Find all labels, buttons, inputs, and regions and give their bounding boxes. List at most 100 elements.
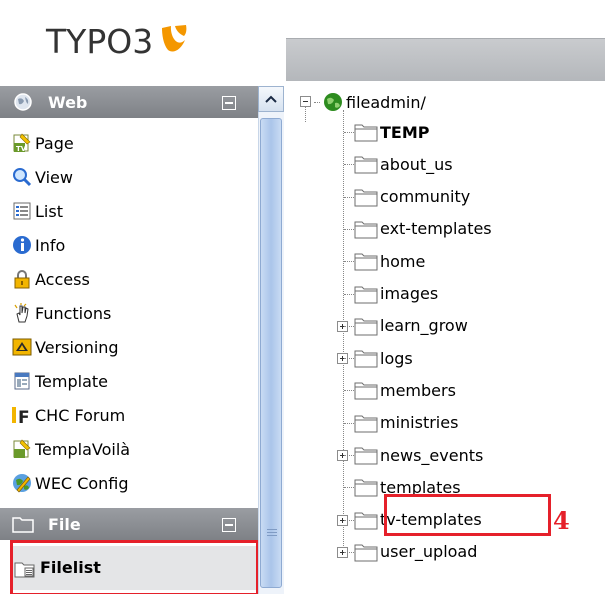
- globe-icon: [12, 91, 34, 113]
- collapse-root-icon[interactable]: [300, 96, 311, 107]
- folder-icon: [354, 510, 378, 530]
- module-label: WEC Config: [35, 473, 129, 493]
- folder-icon: [354, 348, 378, 368]
- tree-connector: [344, 132, 354, 133]
- folder-label: ext-templates: [380, 219, 492, 239]
- tree-folder-item[interactable]: ministries: [332, 407, 458, 439]
- tree-connector: [344, 487, 354, 489]
- tree-folder-item[interactable]: community: [332, 181, 470, 213]
- page-tv-icon: TV: [10, 131, 34, 155]
- list-icon: [10, 199, 34, 223]
- tree-folder-item[interactable]: images: [332, 278, 438, 310]
- scroll-grip-icon: [267, 529, 277, 539]
- folder-label: home: [380, 251, 426, 271]
- tree-folder-item[interactable]: TEMP: [332, 116, 430, 148]
- lock-icon: [10, 267, 34, 291]
- svg-text:TV: TV: [16, 145, 27, 153]
- folder-icon: [354, 445, 378, 465]
- tree-connector: [344, 164, 354, 166]
- folder-icon: [354, 380, 378, 400]
- module-label: Functions: [35, 303, 112, 323]
- info-icon: [10, 233, 34, 257]
- module-label: CHC Forum: [35, 405, 126, 425]
- module-list[interactable]: List: [10, 196, 63, 226]
- step-number-badge: 4: [553, 506, 570, 535]
- folder-label: community: [380, 187, 471, 207]
- folder-icon: [12, 513, 34, 535]
- module-label: Info: [35, 235, 66, 255]
- module-template[interactable]: Template: [10, 366, 108, 396]
- tree-folder-item[interactable]: learn_grow: [332, 310, 468, 342]
- module-menu: Web TV Page View List Info Access Functi…: [0, 86, 258, 594]
- module-chc-forum[interactable]: F CHC Forum: [10, 400, 125, 430]
- tree-connector: [344, 196, 354, 198]
- section-label-file: File: [48, 514, 81, 534]
- logo-text: TYPO3: [46, 22, 154, 61]
- module-versioning[interactable]: Versioning: [10, 332, 119, 362]
- templavoila-icon: [10, 437, 34, 461]
- folder-icon: [354, 154, 378, 174]
- tree-root[interactable]: fileadmin/: [300, 86, 426, 118]
- tree-root-label: fileadmin/: [346, 92, 426, 112]
- highlight-tv-templates: [384, 494, 551, 536]
- module-label: View: [35, 167, 73, 187]
- tree-connector: [344, 390, 354, 392]
- module-menu-scrollbar[interactable]: [258, 86, 284, 594]
- section-label-web: Web: [48, 92, 88, 112]
- folder-icon: [354, 219, 378, 239]
- folder-icon: [354, 477, 378, 497]
- tree-connector: [344, 325, 354, 327]
- tree-connector: [344, 358, 354, 360]
- highlight-filelist: [10, 540, 259, 594]
- section-header-file[interactable]: File: [0, 508, 258, 540]
- folder-label: ministries: [380, 413, 459, 433]
- chevron-up-icon: [265, 95, 277, 103]
- folder-icon: [354, 316, 378, 336]
- folder-icon: [354, 251, 378, 271]
- versioning-icon: [10, 335, 34, 359]
- folder-icon: [354, 413, 378, 433]
- tree-connector: [344, 261, 354, 263]
- tree-folder-item[interactable]: home: [332, 245, 425, 277]
- tree-folder-item[interactable]: logs: [332, 342, 413, 374]
- module-page[interactable]: TV Page: [10, 128, 74, 158]
- folder-icon: [354, 122, 378, 142]
- module-label: TemplaVoilà: [35, 439, 131, 459]
- tree-folder-item[interactable]: user_upload: [332, 536, 477, 568]
- tree-folder-item[interactable]: ext-templates: [332, 213, 492, 245]
- module-label: Versioning: [35, 337, 119, 357]
- collapse-web-icon[interactable]: [222, 96, 236, 110]
- globe-icon: [324, 93, 342, 111]
- folder-label: images: [380, 284, 439, 303]
- module-label: Access: [35, 269, 90, 289]
- tree-connector: [344, 551, 354, 553]
- folder-icon: [354, 284, 378, 304]
- module-info[interactable]: Info: [10, 230, 65, 260]
- tree-connector: [344, 455, 354, 456]
- typo3-logo: TYPO3: [46, 22, 189, 62]
- section-header-web[interactable]: Web: [0, 86, 258, 118]
- folder-label: news_events: [380, 445, 484, 465]
- tree-folder-item[interactable]: members: [332, 374, 456, 406]
- forum-f-icon: F: [10, 403, 34, 427]
- folder-label: user_upload: [380, 542, 478, 562]
- template-icon: [10, 369, 34, 393]
- tree-folder-item[interactable]: news_events: [332, 439, 483, 471]
- globe-pen-icon: [10, 471, 34, 495]
- top-toolbar: [286, 38, 605, 81]
- module-templavoila[interactable]: TemplaVoilà: [10, 434, 130, 464]
- module-view[interactable]: View: [10, 162, 73, 192]
- folder-label: members: [380, 380, 456, 400]
- svg-text:F: F: [18, 408, 30, 426]
- tree-connector: [344, 293, 354, 295]
- folder-icon: [354, 187, 378, 207]
- module-functions[interactable]: Functions: [10, 298, 111, 328]
- collapse-file-icon[interactable]: [222, 518, 236, 532]
- tree-connector: [344, 228, 354, 230]
- module-wec-config[interactable]: WEC Config: [10, 468, 129, 498]
- module-label: List: [35, 201, 63, 221]
- tree-folder-item[interactable]: about_us: [332, 148, 453, 180]
- scroll-thumb[interactable]: [260, 118, 282, 588]
- module-access[interactable]: Access: [10, 264, 90, 294]
- scroll-up-button[interactable]: [258, 86, 284, 112]
